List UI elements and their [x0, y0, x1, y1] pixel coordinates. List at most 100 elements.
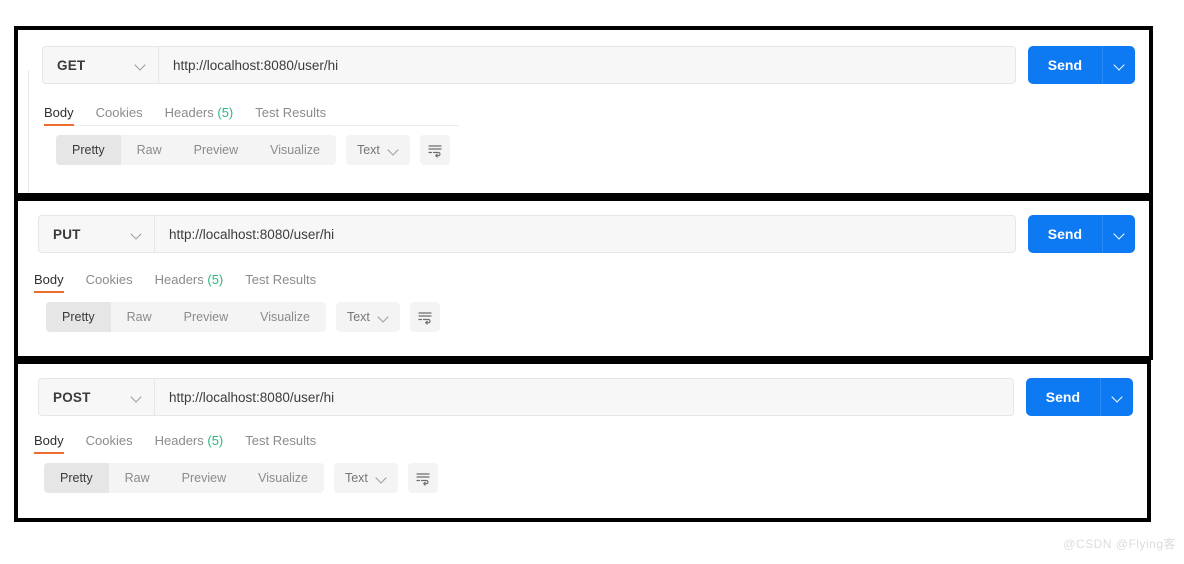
request-bar: PUT http://localhost:8080/user/hi Send — [38, 215, 1135, 253]
tab-label: Body — [44, 105, 74, 120]
tab-label: Headers — [154, 433, 204, 448]
response-tabs: Body Cookies Headers (5) Test Results — [34, 428, 338, 454]
format-toolbar: Pretty Raw Preview Visualize Text — [46, 302, 440, 332]
format-segmented-control: Pretty Raw Preview Visualize — [46, 302, 326, 332]
send-options-button[interactable] — [1101, 378, 1133, 416]
panel-inner: PUT http://localhost:8080/user/hi Send B… — [18, 201, 1149, 356]
tab-test-results[interactable]: Test Results — [255, 105, 326, 126]
http-method-label: PUT — [53, 226, 81, 242]
chevron-down-icon — [378, 312, 389, 323]
http-method-label: GET — [57, 57, 86, 73]
content-type-select[interactable]: Text — [333, 463, 398, 493]
headers-count-badge: (5) — [207, 433, 224, 448]
content-type-select[interactable]: Text — [345, 135, 410, 165]
format-raw[interactable]: Raw — [121, 135, 178, 165]
format-raw[interactable]: Raw — [109, 463, 166, 493]
format-preview[interactable]: Preview — [168, 302, 244, 332]
tab-label: Body — [34, 272, 64, 287]
tab-test-results[interactable]: Test Results — [245, 272, 316, 293]
headers-count-badge: (5) — [207, 272, 224, 287]
tab-headers[interactable]: Headers (5) — [155, 433, 224, 454]
send-button[interactable]: Send — [1027, 46, 1135, 84]
watermark: @CSDN @Flying客 — [1063, 537, 1176, 551]
send-button[interactable]: Send — [1027, 215, 1135, 253]
chevron-down-icon — [135, 60, 146, 71]
tab-label: Cookies — [95, 105, 143, 120]
response-tabs: Body Cookies Headers (5) Test Results — [34, 267, 338, 293]
format-raw[interactable]: Raw — [111, 302, 168, 332]
tab-label: Cookies — [85, 433, 133, 448]
headers-count-badge: (5) — [217, 105, 234, 120]
http-method-label: POST — [53, 389, 91, 405]
send-button[interactable]: Send — [1025, 378, 1133, 416]
panel-inner: POST http://localhost:8080/user/hi Send … — [18, 364, 1147, 518]
content-type-label: Text — [356, 143, 380, 157]
send-options-button[interactable] — [1103, 46, 1135, 84]
format-segmented-control: Pretty Raw Preview Visualize — [44, 463, 324, 493]
chevron-down-icon — [131, 229, 142, 240]
send-button-label: Send — [1028, 46, 1103, 84]
url-group: PUT http://localhost:8080/user/hi — [38, 215, 1016, 253]
tab-label: Test Results — [245, 272, 317, 287]
format-pretty[interactable]: Pretty — [46, 302, 111, 332]
url-input[interactable]: http://localhost:8080/user/hi — [155, 379, 1013, 415]
request-bar: POST http://localhost:8080/user/hi Send — [38, 378, 1133, 416]
http-method-select[interactable]: POST — [39, 379, 155, 415]
wrap-text-button[interactable] — [407, 463, 438, 493]
chevron-down-icon — [1112, 392, 1123, 403]
url-input[interactable]: http://localhost:8080/user/hi — [155, 216, 1015, 252]
format-pretty[interactable]: Pretty — [56, 135, 121, 165]
format-pretty[interactable]: Pretty — [44, 463, 109, 493]
tab-headers[interactable]: Headers (5) — [165, 105, 234, 126]
wrap-text-icon — [418, 312, 432, 325]
content-type-select[interactable]: Text — [335, 302, 400, 332]
tab-label: Headers — [164, 105, 214, 120]
tab-cookies[interactable]: Cookies — [96, 105, 143, 126]
http-method-select[interactable]: GET — [43, 47, 159, 83]
wrap-text-button[interactable] — [409, 302, 440, 332]
tab-cookies[interactable]: Cookies — [86, 433, 133, 454]
url-input[interactable]: http://localhost:8080/user/hi — [159, 47, 1015, 83]
wrap-text-button[interactable] — [419, 135, 450, 165]
content-type-label: Text — [346, 310, 370, 324]
send-button-label: Send — [1028, 215, 1103, 253]
chevron-down-icon — [131, 392, 142, 403]
request-panel-post: POST http://localhost:8080/user/hi Send … — [14, 360, 1151, 522]
format-visualize[interactable]: Visualize — [242, 463, 324, 493]
response-tabs: Body Cookies Headers (5) Test Results — [44, 100, 348, 126]
request-bar: GET http://localhost:8080/user/hi Send — [42, 46, 1135, 84]
chevron-down-icon — [1114, 229, 1125, 240]
format-visualize[interactable]: Visualize — [254, 135, 336, 165]
panel-inner: GET http://localhost:8080/user/hi Send B… — [18, 30, 1149, 193]
chevron-down-icon — [1114, 60, 1125, 71]
url-group: GET http://localhost:8080/user/hi — [42, 46, 1016, 84]
tab-body[interactable]: Body — [44, 105, 74, 126]
chevron-down-icon — [388, 145, 399, 156]
format-toolbar: Pretty Raw Preview Visualize Text — [56, 135, 450, 165]
format-toolbar: Pretty Raw Preview Visualize Text — [44, 463, 438, 493]
format-segmented-control: Pretty Raw Preview Visualize — [56, 135, 336, 165]
send-options-button[interactable] — [1103, 215, 1135, 253]
request-panel-put: PUT http://localhost:8080/user/hi Send B… — [14, 197, 1153, 360]
tab-label: Body — [34, 433, 64, 448]
http-method-select[interactable]: PUT — [39, 216, 155, 252]
url-group: POST http://localhost:8080/user/hi — [38, 378, 1014, 416]
tab-body[interactable]: Body — [34, 433, 64, 454]
wrap-text-icon — [428, 145, 442, 158]
tab-label: Test Results — [245, 433, 317, 448]
tab-body[interactable]: Body — [34, 272, 64, 293]
tab-test-results[interactable]: Test Results — [245, 433, 316, 454]
send-button-label: Send — [1026, 378, 1101, 416]
tab-label: Cookies — [85, 272, 133, 287]
tab-label: Headers — [154, 272, 204, 287]
content-type-label: Text — [344, 471, 368, 485]
chevron-down-icon — [376, 473, 387, 484]
wrap-text-icon — [416, 473, 430, 486]
tab-cookies[interactable]: Cookies — [86, 272, 133, 293]
format-preview[interactable]: Preview — [166, 463, 242, 493]
tab-headers[interactable]: Headers (5) — [155, 272, 224, 293]
request-panel-get: GET http://localhost:8080/user/hi Send B… — [14, 26, 1153, 197]
format-visualize[interactable]: Visualize — [244, 302, 326, 332]
format-preview[interactable]: Preview — [178, 135, 254, 165]
tab-label: Test Results — [255, 105, 327, 120]
